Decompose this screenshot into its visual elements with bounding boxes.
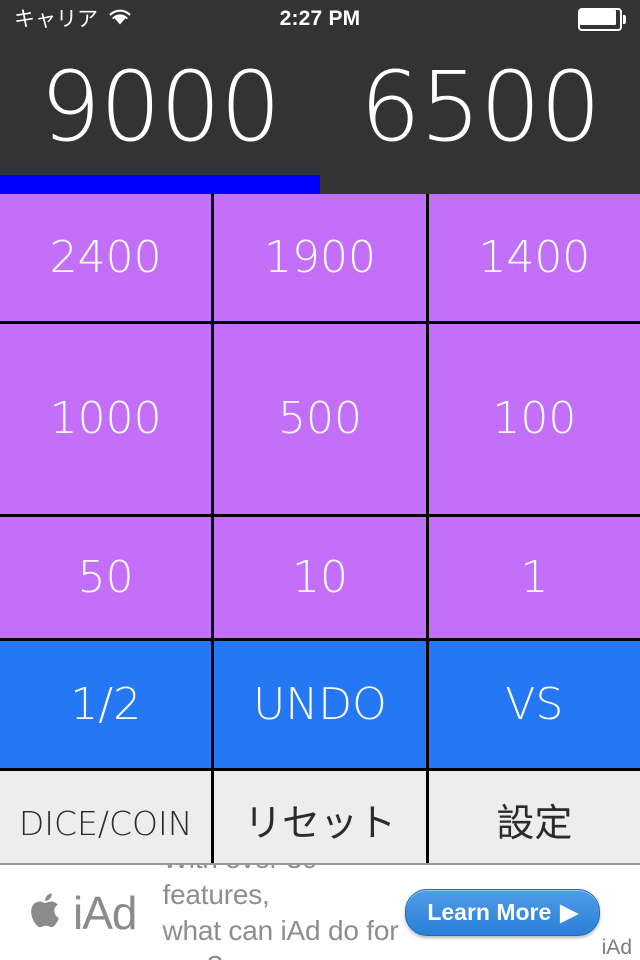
key-vs-label: VS bbox=[505, 678, 564, 730]
player1-lp-value: 9000 bbox=[39, 50, 281, 163]
key-50[interactable]: 50 bbox=[0, 517, 212, 638]
lp-bar-track bbox=[0, 175, 640, 194]
ad-copy-line-2: what can iAd do for you? bbox=[162, 914, 399, 960]
key-1900[interactable]: 1900 bbox=[214, 194, 426, 321]
battery-full-icon bbox=[578, 7, 626, 31]
ad-corner-label: iAd bbox=[601, 936, 632, 959]
status-bar-right bbox=[578, 7, 626, 31]
key-10-label: 10 bbox=[291, 551, 348, 603]
key-undo[interactable]: UNDO bbox=[214, 641, 426, 768]
player2-lp-value: 6500 bbox=[359, 50, 601, 163]
status-bar: キャリア 2:27 PM bbox=[0, 0, 640, 38]
key-10[interactable]: 10 bbox=[214, 517, 426, 638]
player2-score-cell[interactable]: 6500 bbox=[320, 38, 640, 175]
key-500[interactable]: 500 bbox=[214, 324, 426, 514]
scoreboard: 9000 6500 bbox=[0, 38, 640, 175]
key-half-label: 1/2 bbox=[70, 678, 142, 730]
status-bar-clock: 2:27 PM bbox=[279, 7, 361, 30]
key-50-label: 50 bbox=[77, 551, 134, 603]
key-settings-label: 設定 bbox=[496, 801, 573, 845]
key-100[interactable]: 100 bbox=[428, 324, 640, 514]
lp-bar-fill bbox=[0, 175, 320, 194]
key-reset-label: リセット bbox=[243, 801, 396, 845]
key-2400[interactable]: 2400 bbox=[0, 194, 212, 321]
learn-more-label: Learn More bbox=[427, 899, 552, 925]
keypad-grid: 2400 1900 1400 1000 500 100 50 10 1 1/2 UNDO VS DICE… bbox=[0, 194, 640, 875]
key-1-label: 1 bbox=[520, 551, 549, 603]
app-root: キャリア 2:27 PM 9000 6500 2400 1900 1400 10… bbox=[0, 0, 640, 960]
learn-more-button[interactable]: Learn More ▶ bbox=[405, 889, 600, 936]
key-100-label: 100 bbox=[492, 393, 577, 444]
key-1000[interactable]: 1000 bbox=[0, 324, 212, 514]
key-2400-label: 2400 bbox=[49, 231, 162, 283]
ad-brand-label: iAd bbox=[73, 886, 137, 939]
key-1000-label: 1000 bbox=[49, 393, 162, 444]
ad-copy-line-1: With over 30 features, bbox=[162, 865, 317, 910]
key-reset[interactable]: リセット bbox=[214, 771, 426, 875]
key-1400[interactable]: 1400 bbox=[428, 194, 640, 321]
key-vs[interactable]: VS bbox=[428, 641, 640, 768]
ad-cta-wrap: Learn More ▶ bbox=[405, 889, 600, 936]
chevron-right-icon: ▶ bbox=[560, 899, 578, 925]
player1-score-cell[interactable]: 9000 bbox=[0, 38, 320, 175]
key-dice-coin-label: DICE/COIN bbox=[18, 803, 193, 843]
key-dice-coin[interactable]: DICE/COIN bbox=[0, 771, 212, 875]
key-1900-label: 1900 bbox=[264, 231, 376, 283]
key-1[interactable]: 1 bbox=[428, 517, 640, 638]
ad-brand: iAd bbox=[30, 886, 137, 939]
key-1400-label: 1400 bbox=[478, 231, 591, 283]
key-half[interactable]: 1/2 bbox=[0, 641, 212, 768]
key-500-label: 500 bbox=[278, 393, 362, 444]
key-settings[interactable]: 設定 bbox=[428, 771, 640, 875]
ad-banner[interactable]: iAd With over 30 features, what can iAd … bbox=[0, 863, 640, 960]
key-undo-label: UNDO bbox=[253, 678, 387, 730]
apple-logo-icon bbox=[30, 890, 64, 935]
ad-copy: With over 30 features, what can iAd do f… bbox=[162, 865, 405, 960]
